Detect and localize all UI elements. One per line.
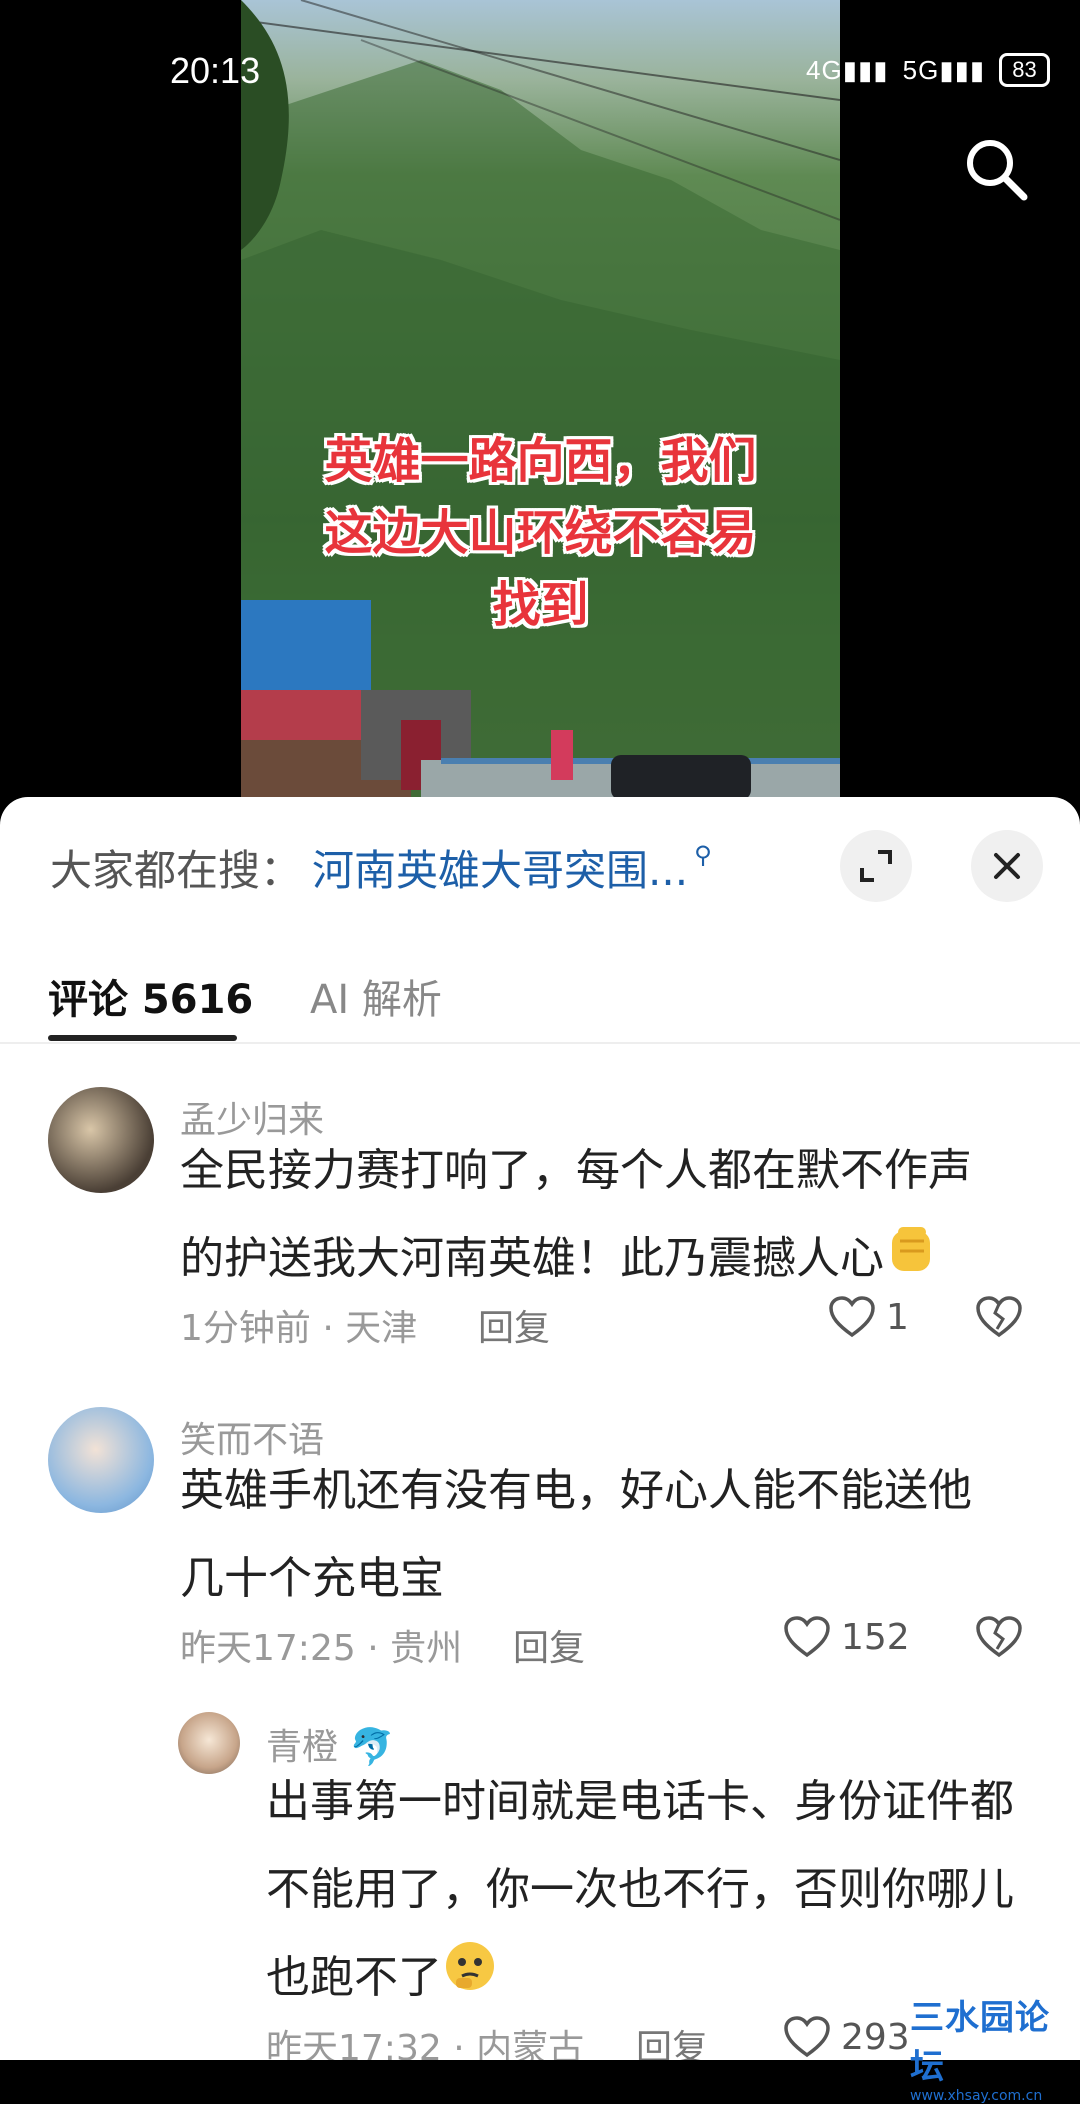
close-button[interactable] <box>971 830 1043 902</box>
close-icon <box>994 853 1020 879</box>
comment-text: 英雄手机还有没有电，好心人能不能送他 几十个充电宝 <box>180 1447 972 1623</box>
trending-search-bar[interactable]: 大家都在搜： 河南英雄大哥突围... ⚲ <box>50 837 712 897</box>
small-search-icon: ⚲ <box>694 841 712 869</box>
comment-item: 孟少归来 全民接力赛打响了，每个人都在默不作声 的护送我大河南英雄！此乃震撼人心… <box>0 1087 1080 1387</box>
caption-line: 这边大山环绕不容易 <box>324 505 757 561</box>
clock: 20:13 <box>170 50 261 91</box>
expand-icon <box>860 850 892 882</box>
trending-search-label: 大家都在搜： <box>50 845 303 895</box>
avatar[interactable] <box>48 1087 154 1193</box>
signal-4g-icon: 4G▮▮▮ <box>806 54 889 85</box>
avatar[interactable] <box>178 1712 240 1774</box>
caption-line: 找到 <box>492 577 589 633</box>
comment-text: 全民接力赛打响了，每个人都在默不作声 的护送我大河南英雄！此乃震撼人心 <box>180 1127 972 1305</box>
like-button[interactable]: 1 <box>828 1295 909 1339</box>
like-button[interactable]: 293 <box>783 2015 910 2059</box>
reply-button[interactable]: 回复 <box>513 1619 585 1671</box>
watermark-url: www.xhsay.com.cn <box>910 2088 1043 2104</box>
broken-heart-icon <box>976 1616 1022 1658</box>
tab-comments[interactable]: 评论 5616 <box>48 967 253 1025</box>
comment-text: 出事第一时间就是电话卡、身份证件都 不能用了，你一次也不行，否则你哪儿 也跑不了 <box>266 1758 1014 2024</box>
video-caption: 英雄一路向西，我们 这边大山环绕不容易 找到 <box>241 425 840 641</box>
trending-search-query[interactable]: 河南英雄大哥突围... <box>312 837 688 898</box>
status-bar: 20:13 4G▮▮▮ 5G▮▮▮ 83 <box>0 0 1080 140</box>
comment-text-line: 的护送我大河南英雄！此乃震撼人心 <box>180 1215 972 1305</box>
comment-text-line: 也跑不了 <box>266 1934 1014 2024</box>
comment-text-line: 全民接力赛打响了，每个人都在默不作声 <box>180 1145 972 1196</box>
heart-icon <box>784 1616 830 1658</box>
caption-line: 英雄一路向西，我们 <box>324 433 757 489</box>
heart-icon <box>784 2016 830 2058</box>
like-count: 1 <box>886 1296 909 1338</box>
comment-meta: 1分钟前 · 天津 <box>180 1308 418 1349</box>
like-count: 293 <box>841 2016 910 2058</box>
dislike-button[interactable] <box>975 1295 1023 1343</box>
battery-icon: 83 <box>999 53 1050 87</box>
comment-text-line: 英雄手机还有没有电，好心人能不能送他 <box>180 1465 972 1516</box>
status-icons: 4G▮▮▮ 5G▮▮▮ 83 <box>806 50 1050 90</box>
site-watermark: 三水园论坛 www.xhsay.com.cn <box>910 1990 1080 2104</box>
video-player[interactable]: 20:13 4G▮▮▮ 5G▮▮▮ 83 英雄一路向西，我们 这边大山环绕不容易… <box>0 0 1080 800</box>
expand-button[interactable] <box>840 830 912 902</box>
watermark-title: 三水园论坛 <box>910 1998 1050 2087</box>
active-tab-indicator <box>48 1035 237 1041</box>
signal-5g-icon: 5G▮▮▮ <box>902 54 986 85</box>
dislike-button[interactable] <box>975 1615 1023 1663</box>
comment-text-line: 几十个充电宝 <box>180 1553 444 1604</box>
tab-ai-analysis[interactable]: AI 解析 <box>310 967 442 1025</box>
broken-heart-icon <box>976 1296 1022 1338</box>
search-icon[interactable] <box>962 135 1032 205</box>
like-button[interactable]: 152 <box>783 1615 910 1659</box>
comment-sheet: 大家都在搜： 河南英雄大哥突围... ⚲ 评论 5616 AI 解析 孟少归来 … <box>0 797 1080 2060</box>
thinking-emoji-icon <box>442 1936 498 2024</box>
fist-emoji-icon <box>884 1217 938 1305</box>
heart-icon <box>829 1296 875 1338</box>
comment-item: 笑而不语 英雄手机还有没有电，好心人能不能送他 几十个充电宝 昨天17:25 ·… <box>0 1407 1080 1707</box>
comment-meta: 昨天17:25 · 贵州 <box>180 1628 463 1669</box>
comment-meta: 昨天17:32 · 内蒙古 <box>266 2028 585 2060</box>
reply-button[interactable]: 回复 <box>478 1299 550 1351</box>
comment-text-line: 出事第一时间就是电话卡、身份证件都 <box>266 1776 1014 1827</box>
reply-button[interactable]: 回复 <box>636 2019 708 2060</box>
avatar[interactable] <box>48 1407 154 1513</box>
like-count: 152 <box>841 1616 910 1658</box>
tab-bar: 评论 5616 AI 解析 <box>0 947 1080 1044</box>
comment-text-line: 不能用了，你一次也不行，否则你哪儿 <box>266 1864 1014 1915</box>
